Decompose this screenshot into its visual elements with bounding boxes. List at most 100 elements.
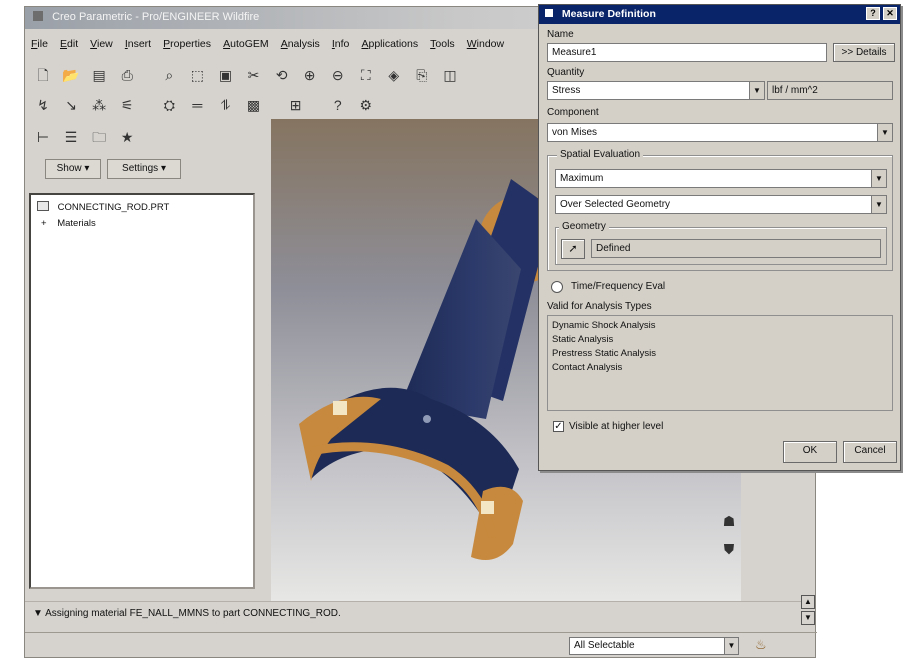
spring-icon[interactable]: ⥮ bbox=[215, 95, 235, 115]
time-frequency-radio[interactable] bbox=[551, 281, 563, 293]
geometry-label: Geometry bbox=[559, 221, 609, 232]
component-value: von Mises bbox=[552, 127, 598, 138]
zoom-out-icon[interactable]: ⊖ bbox=[328, 65, 348, 85]
chevron-down-icon[interactable]: ▼ bbox=[749, 82, 764, 99]
name-field[interactable]: Measure1 bbox=[547, 43, 827, 62]
toolbar-divider bbox=[145, 95, 151, 115]
visible-higher-level-label: Visible at higher level bbox=[569, 421, 664, 432]
menu-info[interactable]: Info bbox=[332, 38, 350, 50]
print-icon[interactable]: ⎙ bbox=[117, 65, 137, 85]
part-icon bbox=[37, 201, 49, 211]
quantity-value: Stress bbox=[552, 85, 581, 96]
constraint-icon[interactable]: ⁂ bbox=[89, 95, 109, 115]
list-item: Prestress Static Analysis bbox=[552, 348, 657, 359]
message-scroll-up-button[interactable]: ▲ bbox=[801, 595, 815, 609]
view-manager-icon[interactable]: ◈ bbox=[384, 65, 404, 85]
repaint-icon[interactable]: ▣ bbox=[215, 65, 235, 85]
spatial-scope-select[interactable]: Over Selected Geometry ▼ bbox=[555, 195, 887, 214]
message-scroll-down-button[interactable]: ▼ bbox=[801, 611, 815, 625]
favorites-icon[interactable]: ★ bbox=[117, 127, 137, 147]
list-item: Contact Analysis bbox=[552, 362, 623, 373]
new-file-icon[interactable]: 🗋 bbox=[33, 65, 53, 85]
spin-center-icon[interactable]: ✂ bbox=[244, 65, 264, 85]
help-icon[interactable]: ? bbox=[328, 95, 348, 115]
saved-views-icon[interactable]: ⎘ bbox=[412, 65, 432, 85]
layer-tree-icon[interactable]: ☰ bbox=[61, 127, 81, 147]
spatial-scope-value: Over Selected Geometry bbox=[560, 199, 671, 210]
bolt-hole-right bbox=[481, 501, 494, 514]
geometry-status: Defined bbox=[591, 239, 881, 258]
visible-higher-level-checkbox[interactable]: ✓ bbox=[553, 421, 564, 432]
save-icon[interactable]: ▤ bbox=[89, 65, 109, 85]
beam-icon[interactable]: ═ bbox=[187, 95, 207, 115]
mesh-icon[interactable]: ⊞ bbox=[286, 95, 306, 115]
menu-applications[interactable]: Applications bbox=[361, 38, 418, 50]
tree-item-label: Materials bbox=[57, 218, 96, 229]
refit-icon[interactable]: ⛶ bbox=[356, 65, 376, 85]
find-icon[interactable]: ⌕ bbox=[159, 65, 179, 85]
select-box-icon[interactable]: ⬚ bbox=[187, 65, 207, 85]
spin-display-icon[interactable]: ⛊ bbox=[719, 539, 739, 559]
valid-analysis-label: Valid for Analysis Types bbox=[547, 301, 652, 312]
analysis-run-icon[interactable]: ⚙ bbox=[356, 95, 376, 115]
tree-root-label: CONNECTING_ROD.PRT bbox=[57, 202, 170, 213]
list-item: Static Analysis bbox=[552, 334, 614, 345]
menu-edit[interactable]: Edit bbox=[60, 38, 78, 50]
ok-button[interactable]: OK bbox=[783, 441, 837, 463]
selection-filter-select[interactable]: All Selectable ▼ bbox=[569, 637, 739, 655]
bolt-hole-left bbox=[333, 401, 347, 415]
spatial-evaluation-select[interactable]: Maximum ▼ bbox=[555, 169, 887, 188]
menu-window[interactable]: Window bbox=[467, 38, 504, 50]
toolbar-standard: 🗋 📂 ▤ ⎙ ⌕ ⬚ ▣ ✂ ⟲ ⊕ ⊖ ⛶ ◈ ⎘ ◫ bbox=[33, 65, 465, 89]
selection-filter-value: All Selectable bbox=[574, 640, 635, 651]
expand-icon[interactable]: + bbox=[41, 218, 47, 229]
material-assign-icon[interactable]: ⛭ bbox=[159, 95, 179, 115]
chevron-down-icon[interactable]: ▼ bbox=[871, 196, 886, 213]
close-icon[interactable]: ✕ bbox=[883, 7, 897, 20]
zoom-in-icon[interactable]: ⊕ bbox=[300, 65, 320, 85]
details-button[interactable]: >> Details bbox=[833, 43, 895, 62]
mass-icon[interactable]: ▩ bbox=[244, 95, 264, 115]
menu-insert[interactable]: Insert bbox=[125, 38, 151, 50]
model-tree-icon[interactable]: ⊢ bbox=[33, 127, 53, 147]
menu-analysis[interactable]: Analysis bbox=[281, 38, 320, 50]
select-arrow-button[interactable]: ➚ bbox=[561, 239, 585, 259]
measure-definition-dialog: Measure Definition ? ✕ Name Measure1 >> … bbox=[538, 4, 901, 471]
help-icon[interactable]: ? bbox=[866, 7, 880, 20]
quantity-select[interactable]: Stress ▼ bbox=[547, 81, 765, 100]
force-load-icon[interactable]: ↯ bbox=[33, 95, 53, 115]
window-title: Creo Parametric - Pro/ENGINEER Wildfire bbox=[52, 11, 260, 23]
tree-item-materials[interactable]: + Materials bbox=[37, 218, 247, 235]
datum-display-icon[interactable]: ☗ bbox=[719, 511, 739, 531]
toolbar-divider bbox=[145, 65, 151, 85]
pressure-load-icon[interactable]: ↘ bbox=[61, 95, 81, 115]
tree-settings-tab[interactable]: Settings ▾ bbox=[107, 159, 181, 179]
toolbar-divider bbox=[272, 95, 278, 115]
quantity-unit-select[interactable]: lbf / mm^2 bbox=[767, 81, 893, 100]
menu-tools[interactable]: Tools bbox=[430, 38, 455, 50]
menu-autogem[interactable]: AutoGEM bbox=[223, 38, 269, 50]
temperature-load-icon[interactable]: ⚟ bbox=[117, 95, 137, 115]
toolbar-tree: ⊢ ☰ 🗀 ★ bbox=[33, 127, 142, 151]
layers-icon[interactable]: ◫ bbox=[440, 65, 460, 85]
tree-show-tab[interactable]: Show ▾ bbox=[45, 159, 101, 179]
tree-root[interactable]: CONNECTING_ROD.PRT bbox=[37, 201, 247, 218]
component-select[interactable]: von Mises ▼ bbox=[547, 123, 893, 142]
chevron-down-icon[interactable]: ▼ bbox=[724, 638, 738, 654]
status-message: ▼ Assigning material FE_NALL_MMNS to par… bbox=[33, 608, 341, 619]
filter-lamp-icon[interactable]: ♨ bbox=[755, 637, 767, 655]
open-folder-icon[interactable]: 📂 bbox=[61, 65, 81, 85]
folder-browser-icon[interactable]: 🗀 bbox=[89, 127, 109, 147]
menu-view[interactable]: View bbox=[90, 38, 113, 50]
orient-icon[interactable]: ⟲ bbox=[272, 65, 292, 85]
time-frequency-label: Time/Frequency Eval bbox=[571, 281, 666, 292]
chevron-down-icon[interactable]: ▼ bbox=[871, 170, 886, 187]
chevron-down-icon[interactable]: ▼ bbox=[877, 124, 892, 141]
list-item: Dynamic Shock Analysis bbox=[552, 320, 656, 331]
component-label: Component bbox=[547, 107, 599, 118]
dialog-icon bbox=[545, 9, 553, 17]
menu-file[interactable]: File bbox=[31, 38, 48, 50]
menu-properties[interactable]: Properties bbox=[163, 38, 211, 50]
toolbar-divider bbox=[314, 95, 320, 115]
cancel-button[interactable]: Cancel bbox=[843, 441, 897, 463]
